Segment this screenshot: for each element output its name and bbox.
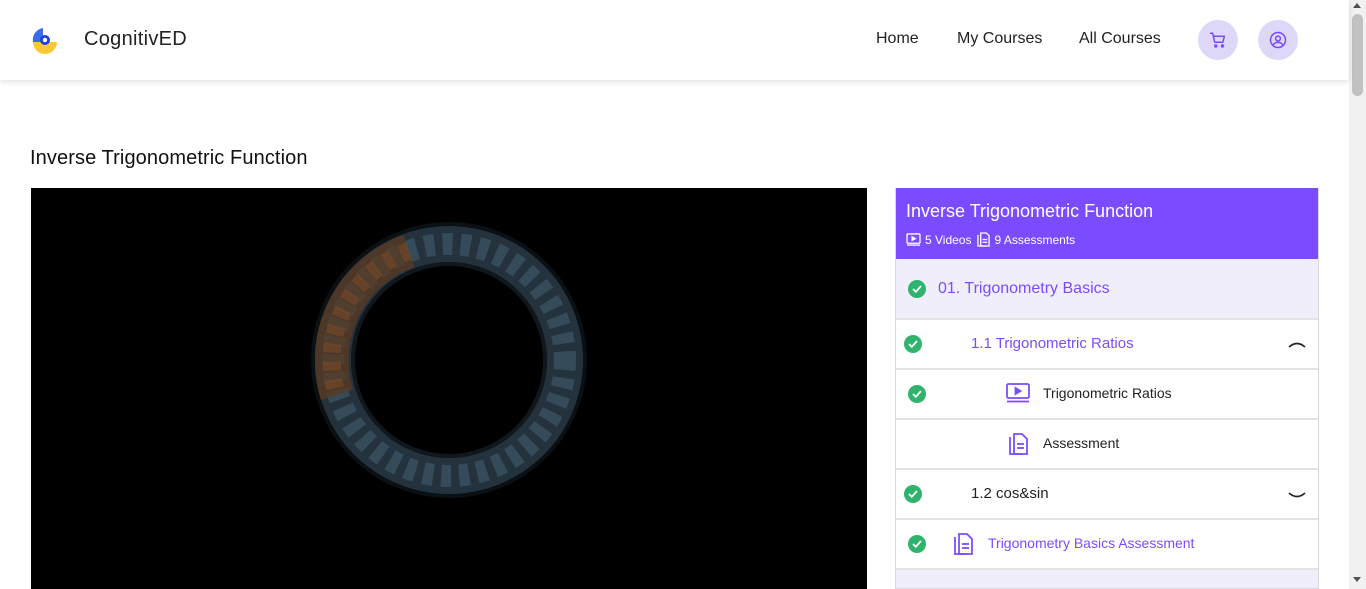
nav-home-link[interactable]: Home	[876, 30, 919, 48]
course-content-panel: Inverse Trigonometric Function 5 Videos …	[895, 188, 1319, 589]
scrollbar-thumb[interactable]	[1352, 14, 1363, 96]
video-player[interactable]	[31, 188, 867, 589]
cart-icon	[1209, 32, 1226, 48]
scroll-up-arrow-icon[interactable]	[1353, 3, 1361, 8]
loading-spinner-icon	[311, 222, 587, 498]
brand-logo-icon[interactable]	[29, 24, 61, 56]
completed-check-icon	[908, 280, 926, 298]
subsection-item[interactable]: 1.2 cos&sin	[896, 470, 1318, 520]
videos-count: 5 Videos	[925, 232, 972, 247]
completed-check-icon	[908, 535, 926, 553]
brand-name[interactable]: CognitivED	[84, 28, 187, 51]
subsection-item[interactable]: 1.1 Trigonometric Ratios	[896, 320, 1318, 370]
top-navbar: CognitivED Home My Courses All Courses	[0, 0, 1349, 80]
chevron-down-icon[interactable]	[1288, 491, 1306, 501]
completed-check-icon	[904, 485, 922, 503]
account-button[interactable]	[1258, 20, 1298, 60]
subsection-title: 1.2 cos&sin	[971, 485, 1049, 502]
document-icon	[977, 232, 991, 247]
cart-button[interactable]	[1198, 20, 1238, 60]
course-stats: 5 Videos 9 Assessments	[906, 232, 1081, 247]
lesson-title: Trigonometric Ratios	[1043, 385, 1172, 401]
lesson-title: Assessment	[1043, 435, 1120, 451]
lesson-item[interactable]: Assessment	[896, 420, 1318, 470]
user-circle-icon	[1269, 31, 1287, 49]
nav-all-courses-link[interactable]: All Courses	[1079, 30, 1161, 48]
document-icon	[1009, 433, 1028, 455]
page-scrollbar[interactable]	[1349, 0, 1366, 589]
completed-check-icon	[908, 385, 926, 403]
lesson-item[interactable]: Trigonometric Ratios	[896, 370, 1318, 420]
course-panel-header: Inverse Trigonometric Function 5 Videos …	[896, 188, 1318, 259]
assessments-count: 9 Assessments	[994, 232, 1076, 247]
scroll-down-arrow-icon[interactable]	[1353, 577, 1361, 582]
video-icon	[1006, 383, 1030, 403]
course-panel-title: Inverse Trigonometric Function	[906, 201, 1154, 221]
subsection-title: 1.1 Trigonometric Ratios	[971, 335, 1134, 352]
page-title: Inverse Trigonometric Function	[30, 147, 308, 169]
completed-check-icon	[904, 335, 922, 353]
document-icon	[954, 533, 973, 555]
chevron-up-icon[interactable]	[1288, 339, 1306, 349]
section-title: 01. Trigonometry Basics	[938, 280, 1110, 297]
assessment-item[interactable]: Trigonometry Basics Assessment	[896, 520, 1318, 570]
nav-my-courses-link[interactable]: My Courses	[957, 30, 1042, 48]
assessment-title: Trigonometry Basics Assessment	[988, 535, 1195, 551]
section-item[interactable]: 01. Trigonometry Basics	[896, 259, 1318, 320]
section-item[interactable]	[896, 570, 1318, 588]
page: CognitivED Home My Courses All Courses I…	[0, 0, 1366, 589]
video-icon	[906, 233, 921, 246]
